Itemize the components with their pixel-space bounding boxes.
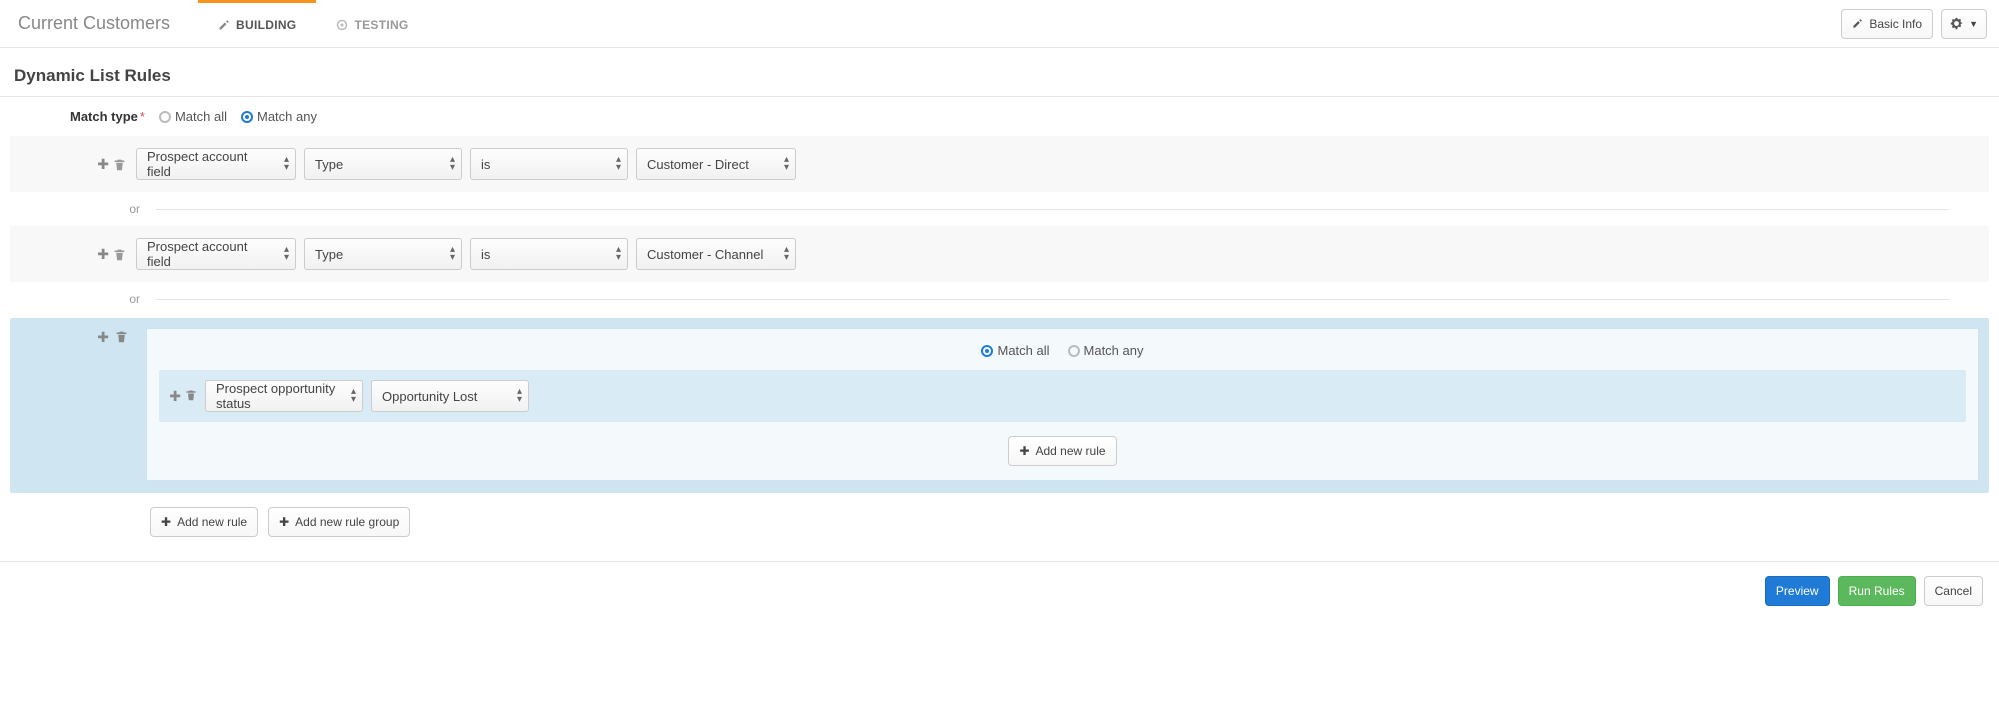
select-caret-icon: ▴▾	[784, 246, 789, 262]
rule-group: ✚ Match all Match any ✚	[10, 318, 1989, 493]
rule-field-value: Prospect account field	[147, 239, 273, 269]
select-caret-icon: ▴▾	[616, 156, 621, 172]
plus-icon: ✚	[1019, 444, 1029, 458]
cancel-label: Cancel	[1935, 584, 1972, 598]
match-all-radio[interactable]: Match all	[159, 109, 227, 124]
trash-icon[interactable]	[113, 158, 126, 171]
group-rule-field-select[interactable]: Prospect opportunity status ▴▾	[205, 380, 363, 412]
rule-op-value: is	[481, 157, 490, 172]
group-rule-row: ✚ Prospect opportunity status ▴▾ Opportu…	[159, 370, 1966, 422]
tab-building[interactable]: BUILDING	[198, 0, 316, 47]
select-caret-icon: ▴▾	[284, 246, 289, 262]
add-rule-group-label: Add new rule group	[295, 515, 399, 529]
select-caret-icon: ▴▾	[517, 388, 522, 404]
rule-value-select[interactable]: Customer - Channel ▴▾	[636, 238, 796, 270]
rule-attr-select[interactable]: Type ▴▾	[304, 238, 462, 270]
group-match-all-radio[interactable]: Match all	[981, 343, 1049, 358]
rule-attr-select[interactable]: Type ▴▾	[304, 148, 462, 180]
select-caret-icon: ▴▾	[450, 156, 455, 172]
run-rules-label: Run Rules	[1849, 584, 1905, 598]
group-add-rule-button[interactable]: ✚ Add new rule	[1008, 436, 1116, 466]
basic-info-label: Basic Info	[1869, 17, 1922, 31]
tab-testing-label: TESTING	[354, 18, 408, 32]
preview-label: Preview	[1776, 584, 1819, 598]
plus-icon: ✚	[161, 515, 171, 529]
group-rule-value: Opportunity Lost	[382, 389, 477, 404]
run-rules-button[interactable]: Run Rules	[1838, 576, 1916, 606]
rule-field-select[interactable]: Prospect account field ▴▾	[136, 238, 296, 270]
select-caret-icon: ▴▾	[351, 388, 356, 404]
section-title: Dynamic List Rules	[0, 48, 1999, 97]
radio-dot	[1068, 345, 1080, 357]
required-asterisk: *	[140, 109, 145, 124]
tab-testing[interactable]: TESTING	[316, 0, 428, 47]
radio-dot	[241, 111, 253, 123]
rule-value: Customer - Direct	[647, 157, 749, 172]
match-any-label: Match any	[257, 109, 317, 124]
or-separator: or	[10, 282, 1989, 316]
rule-attr-value: Type	[315, 247, 343, 262]
plus-icon[interactable]: ✚	[169, 389, 181, 403]
settings-dropdown-button[interactable]: ▼	[1941, 9, 1987, 39]
preview-button[interactable]: Preview	[1765, 576, 1830, 606]
select-caret-icon: ▴▾	[784, 156, 789, 172]
select-caret-icon: ▴▾	[616, 246, 621, 262]
rule-field-value: Prospect account field	[147, 149, 273, 179]
trash-icon[interactable]	[113, 248, 126, 261]
page-title: Current Customers	[18, 0, 198, 47]
rule-value: Customer - Channel	[647, 247, 763, 262]
target-icon	[336, 19, 348, 31]
or-separator: or	[10, 192, 1989, 226]
match-all-label: Match all	[175, 109, 227, 124]
group-match-all-label: Match all	[997, 343, 1049, 358]
or-label: or	[10, 202, 156, 216]
rule-op-select[interactable]: is ▴▾	[470, 148, 628, 180]
match-type-label: Match type	[70, 109, 138, 124]
or-label: or	[10, 292, 156, 306]
select-caret-icon: ▴▾	[450, 246, 455, 262]
gear-icon	[1950, 17, 1963, 30]
add-rule-group-button[interactable]: ✚ Add new rule group	[268, 507, 410, 537]
radio-dot	[159, 111, 171, 123]
rule-op-value: is	[481, 247, 490, 262]
rule-op-select[interactable]: is ▴▾	[470, 238, 628, 270]
rule-field-select[interactable]: Prospect account field ▴▾	[136, 148, 296, 180]
group-rule-field-value: Prospect opportunity status	[216, 381, 340, 411]
trash-icon[interactable]	[185, 389, 197, 403]
group-match-any-radio[interactable]: Match any	[1068, 343, 1144, 358]
rule-value-select[interactable]: Customer - Direct ▴▾	[636, 148, 796, 180]
rule-row: ✚ Prospect account field ▴▾ Type ▴▾ is ▴…	[10, 226, 1989, 282]
match-any-radio[interactable]: Match any	[241, 109, 317, 124]
add-rule-button[interactable]: ✚ Add new rule	[150, 507, 258, 537]
basic-info-button[interactable]: Basic Info	[1841, 9, 1933, 39]
plus-icon[interactable]: ✚	[97, 157, 109, 171]
group-match-any-label: Match any	[1084, 343, 1144, 358]
select-caret-icon: ▴▾	[284, 156, 289, 172]
match-type-row: Match type* Match all Match any	[0, 97, 1999, 132]
trash-icon[interactable]	[115, 330, 128, 343]
pencil-icon	[1852, 18, 1863, 29]
plus-icon[interactable]: ✚	[97, 330, 109, 344]
plus-icon[interactable]: ✚	[97, 247, 109, 261]
group-add-rule-label: Add new rule	[1036, 444, 1106, 458]
rule-attr-value: Type	[315, 157, 343, 172]
pencil-icon	[218, 19, 230, 31]
caret-down-icon: ▼	[1969, 19, 1978, 29]
rule-row: ✚ Prospect account field ▴▾ Type ▴▾ is ▴…	[10, 136, 1989, 192]
tab-building-label: BUILDING	[236, 18, 296, 32]
add-rule-label: Add new rule	[177, 515, 247, 529]
radio-dot	[981, 345, 993, 357]
plus-icon: ✚	[279, 515, 289, 529]
group-rule-value-select[interactable]: Opportunity Lost ▴▾	[371, 380, 529, 412]
cancel-button[interactable]: Cancel	[1924, 576, 1983, 606]
